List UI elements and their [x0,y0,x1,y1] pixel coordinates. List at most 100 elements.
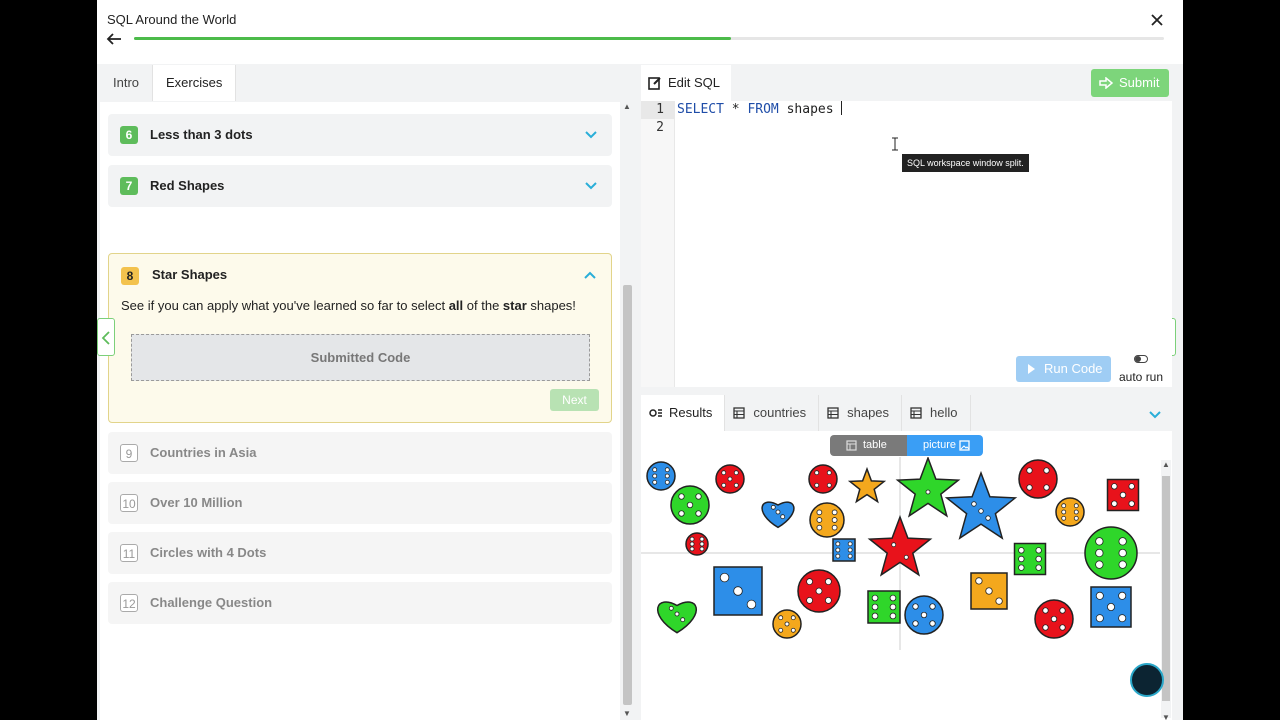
exercise-number: 10 [120,494,138,512]
back-arrow-icon[interactable] [105,30,123,48]
shape-dot [652,467,658,473]
exercise-number: 6 [120,126,138,144]
shape-dot [1050,615,1058,623]
view-table-button[interactable]: table [830,435,907,456]
chevron-up-icon[interactable] [583,268,597,282]
table-icon [910,407,922,419]
text-cursor-icon [892,137,898,151]
auto-run-toggle[interactable] [1134,355,1148,363]
tab-intro[interactable]: Intro [100,65,154,101]
prev-panel-arrow[interactable] [97,318,115,356]
submit-button[interactable]: Submit [1091,69,1169,97]
shape-dot [689,546,695,552]
auto-run-label: auto run [1119,370,1164,384]
shape-dot [1111,483,1118,490]
scroll-down-icon[interactable]: ▼ [623,709,631,718]
exercise-title: Red Shapes [150,178,225,193]
shape-dot [1095,537,1104,546]
shape-dot [778,627,784,633]
top-bar: SQL Around the World [97,0,1183,64]
shape-dot [1018,555,1025,563]
page-title: SQL Around the World [107,12,237,27]
scrollbar-thumb[interactable] [623,285,632,705]
scroll-up-icon[interactable]: ▲ [1162,460,1170,469]
line-number: 1 [641,101,674,119]
shape-dot [1035,547,1042,554]
scroll-down-icon[interactable]: ▼ [1162,713,1170,720]
shape-dot [831,524,838,531]
run-code-button[interactable]: Run Code [1016,356,1111,382]
tab-exercises[interactable]: Exercises [153,65,237,101]
shape-dot [889,612,897,620]
shape-dot [824,578,832,586]
shape-dot [971,501,977,507]
shape-dot [891,542,897,548]
exercise-title: Countries in Asia [150,445,257,460]
edit-sql-label: Edit SQL [668,75,721,90]
circle-shape [685,532,709,556]
shape-dot [674,611,680,617]
shape-dot [1118,537,1127,546]
shape-dot [1061,515,1067,521]
tab-countries[interactable]: countries [725,395,820,431]
shape-dot [680,617,686,623]
desc-text: shapes! [526,298,576,313]
exercise-title: Circles with 4 Dots [150,545,267,560]
tab-hello[interactable]: hello [902,395,971,431]
sql-code-input[interactable]: SELECT * FROM shapes [677,101,1169,119]
tab-results[interactable]: Results [641,395,726,431]
shape-dot [695,493,702,500]
heart-shape [761,501,795,529]
close-icon[interactable] [1147,10,1167,30]
scroll-up-icon[interactable]: ▲ [623,102,631,111]
edit-icon [648,77,661,90]
shape-dot [746,599,757,610]
scrollbar-thumb[interactable] [1162,476,1170,701]
exercise-item-11[interactable]: 11 Circles with 4 Dots [108,532,612,574]
next-button[interactable]: Next [550,389,599,411]
left-panel: Intro Exercises 6 Less than 3 dots 7 Red… [100,65,640,720]
exercise-title: Challenge Question [150,595,273,610]
desc-text: See if you can apply what you've learned… [121,298,449,313]
shape-dot [1018,547,1025,554]
tab-label: countries [753,405,807,420]
exercise-item-6[interactable]: 6 Less than 3 dots [108,114,612,156]
left-tabs: Intro Exercises [100,65,237,101]
circle-shape [809,502,845,538]
shape-dot [1118,614,1127,623]
shape-dot [1059,607,1066,614]
shape-dot [778,615,784,621]
tab-edit-sql[interactable]: Edit SQL [641,65,731,101]
circle-shape [1055,497,1085,527]
exercise-item-10[interactable]: 10 Over 10 Million [108,482,612,524]
shape-dot [678,510,685,517]
sql-keyword: SELECT [677,102,724,117]
shape-dot [815,587,823,595]
exercise-item-12[interactable]: 12 Challenge Question [108,582,612,624]
exercise-title: Over 10 Million [150,495,243,510]
shape-dot [1026,467,1033,474]
shape-dot [814,470,820,476]
exercise-number: 8 [121,267,139,285]
text-caret [841,101,843,115]
shape-dot [912,603,919,610]
submitted-code-box[interactable]: Submitted Code [131,334,590,381]
left-scrollbar[interactable]: ▲ ▼ [622,102,632,718]
shape-dot [733,586,743,596]
shape-dot [816,517,823,523]
tab-shapes[interactable]: shapes [819,395,903,431]
exercise-item-7[interactable]: 7 Red Shapes [108,165,612,207]
shape-dot [806,596,814,604]
shape-dot [770,504,776,510]
exercise-item-8-expanded: 8 Star Shapes See if you can apply what … [108,253,612,423]
shape-dot [784,621,790,627]
chevron-down-icon[interactable] [584,127,598,141]
shape-dot [985,587,993,595]
shape-dot [652,479,658,485]
chevron-down-icon[interactable] [584,178,598,192]
exercise-item-9[interactable]: 9 Countries in Asia [108,432,612,474]
shape-dot [1035,555,1042,563]
shape-dot [1095,560,1104,569]
chevron-down-icon[interactable] [1148,407,1162,421]
view-picture-button[interactable]: picture [907,435,983,456]
